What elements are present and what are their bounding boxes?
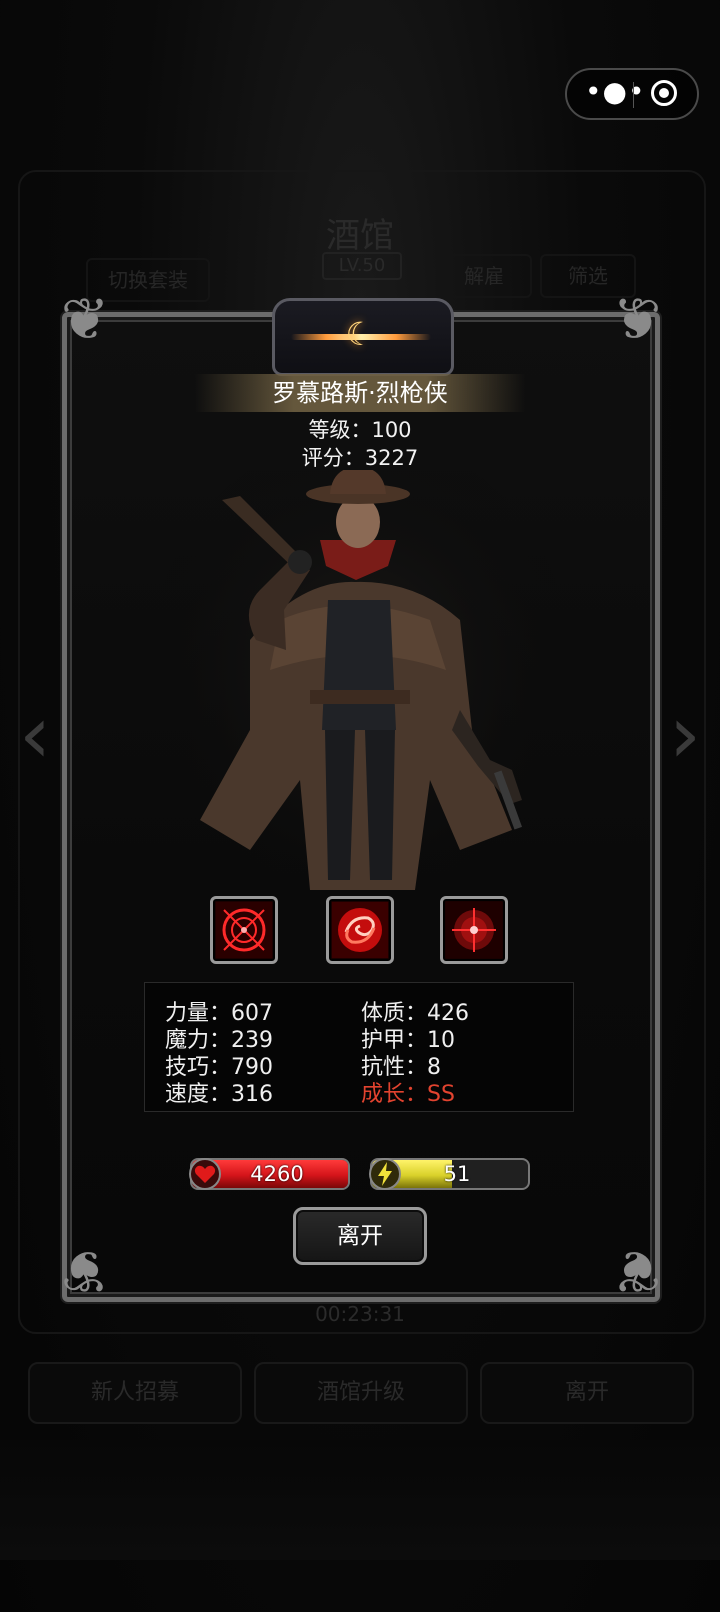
hero-score: 评分：3227 xyxy=(301,446,419,470)
swirl-icon xyxy=(332,902,388,958)
frame-corner-ornament-icon: ❦ xyxy=(60,1237,110,1305)
lightning-icon xyxy=(369,1158,401,1190)
frame-corner-ornament-icon: ❦ xyxy=(612,1237,662,1305)
miniprogram-capsule: •●• xyxy=(565,68,699,120)
next-hero-arrow-icon[interactable]: › xyxy=(658,695,712,775)
hero-name: 罗慕路斯·烈枪侠 xyxy=(272,379,448,407)
skill-slot-2[interactable] xyxy=(326,896,394,964)
background-title: 酒馆 xyxy=(326,216,394,256)
background-recruit-button: 新人招募 xyxy=(28,1362,242,1424)
leave-button[interactable]: 离开 xyxy=(293,1207,427,1265)
skill-slot-3[interactable] xyxy=(440,896,508,964)
background-tab-dismiss: 解雇 xyxy=(436,254,532,298)
crescent-moon-icon: ☾ xyxy=(345,315,375,353)
previous-hero-arrow-icon[interactable]: ‹ xyxy=(8,695,62,775)
background-bottom-nav xyxy=(0,1440,720,1560)
skill-slot-1[interactable] xyxy=(210,896,278,964)
title-crest: ☾ xyxy=(272,298,454,376)
background-level-badge: LV.50 xyxy=(322,252,402,280)
frame-corner-ornament-icon: ❦ xyxy=(60,285,110,353)
hero-level: 等级：100 xyxy=(308,418,412,442)
capsule-divider xyxy=(633,82,634,108)
background-upgrade-button: 酒馆升级 xyxy=(254,1362,468,1424)
hero-name-banner: 罗慕路斯·烈枪侠 xyxy=(195,374,525,412)
crosshair-ring-icon xyxy=(216,902,272,958)
stat-speed: 速度：316 xyxy=(165,1082,273,1107)
target-icon xyxy=(446,902,502,958)
frame-corner-ornament-icon: ❦ xyxy=(612,285,662,353)
heart-icon xyxy=(189,1158,221,1190)
stat-growth: 成长：SS xyxy=(361,1082,455,1107)
hero-portrait xyxy=(160,470,560,910)
close-miniprogram-icon[interactable] xyxy=(651,80,677,106)
stats-panel: 力量：607 魔力：239 技巧：790 速度：316 体质：426 护甲：10… xyxy=(144,982,574,1112)
background-leave-button: 离开 xyxy=(480,1362,694,1424)
more-options-icon[interactable]: •●• xyxy=(585,70,644,118)
